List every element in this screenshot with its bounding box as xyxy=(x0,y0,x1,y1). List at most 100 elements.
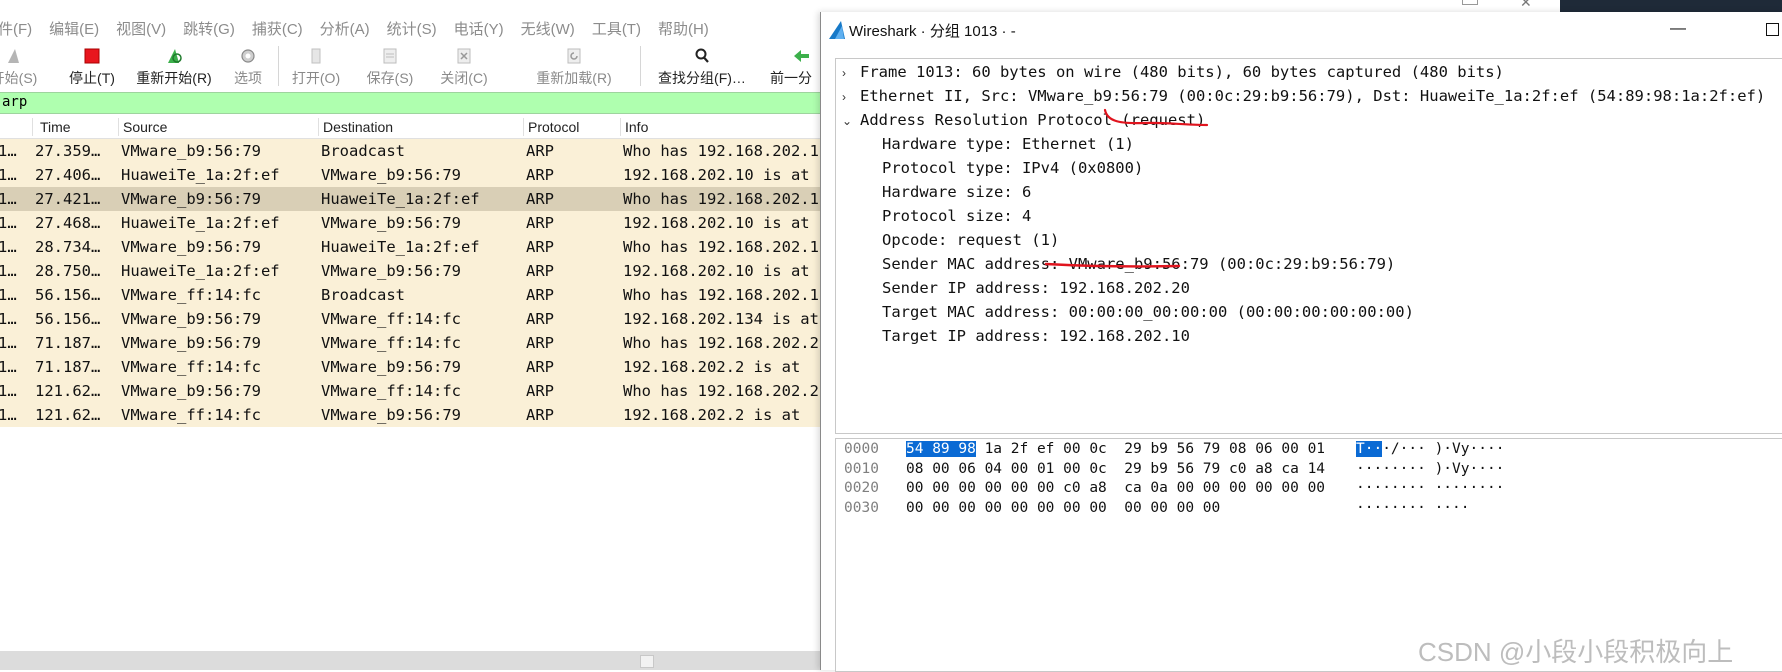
packet-list: . Time Source Destination Protocol Info … xyxy=(0,116,823,427)
packet-row[interactable]: 1… 28.750… HuaweiTe_1a:2f:ef VMware_b9:56:7… xyxy=(0,259,820,283)
horizontal-scrollbar[interactable] xyxy=(0,651,820,670)
packet-time-cell: 71.187… xyxy=(35,334,101,352)
detail-tree-node[interactable]: Frame 1013: 60 bytes on wire (480 bits),… xyxy=(860,63,1504,87)
packet-row[interactable]: 1… 27.468… HuaweiTe_1a:2f:ef VMware_b9:56:7… xyxy=(0,211,820,235)
menu-edit[interactable]: 编辑(E) xyxy=(49,18,99,39)
column-source[interactable]: Source xyxy=(123,119,167,135)
column-time[interactable]: Time xyxy=(40,119,71,135)
chevron-right-icon[interactable]: › xyxy=(842,90,846,104)
hex-bytes-selected[interactable]: 54 89 98 xyxy=(906,441,976,457)
display-filter-input[interactable]: arp xyxy=(0,92,820,114)
background-close-icon[interactable]: ✕ xyxy=(1520,0,1532,11)
detail-field[interactable]: Sender IP address: 192.168.202.20 xyxy=(882,279,1190,303)
hex-offset: 0030 xyxy=(844,499,879,516)
reload-file-button[interactable]: 重新加载(R) xyxy=(524,42,624,90)
ascii-bytes[interactable]: ········ ········ xyxy=(1356,480,1504,496)
find-packet-label: 查找分组(F)… xyxy=(658,70,746,86)
packet-time-cell: 27.359… xyxy=(35,142,101,160)
chevron-right-icon[interactable]: › xyxy=(842,66,846,80)
detail-field[interactable]: Target IP address: 192.168.202.10 xyxy=(882,327,1190,351)
column-divider[interactable] xyxy=(318,118,319,136)
start-capture-button[interactable]: 开始(S) xyxy=(0,42,42,90)
background-maximize-icon[interactable] xyxy=(1462,0,1478,5)
prev-packet-label: 前一分 xyxy=(770,70,812,86)
hex-bytes[interactable]: 08 00 06 04 00 01 00 0c 29 b9 56 79 c0 a… xyxy=(906,461,1325,477)
packet-row[interactable]: 1… 121.62… VMware_b9:56:79 VMware_ff:14:fc A… xyxy=(0,379,823,403)
hex-bytes[interactable]: 00 00 00 00 00 00 c0 a8 ca 0a 00 00 00 0… xyxy=(906,480,1325,496)
detail-field[interactable]: Hardware size: 6 xyxy=(882,183,1031,207)
hex-bytes[interactable]: 54 89 98 1a 2f ef 00 0c 29 b9 56 79 08 0… xyxy=(906,441,1325,457)
detail-tree-node[interactable]: Ethernet II, Src: VMware_b9:56:79 (00:0c… xyxy=(860,87,1765,111)
detail-field[interactable]: Opcode: request (1) xyxy=(882,231,1059,255)
packet-info-cell: Who has 192.168.202.10? xyxy=(623,238,823,256)
restart-capture-button[interactable]: 重新开始(R) xyxy=(134,42,214,90)
packet-row[interactable]: 1… 71.187… VMware_ff:14:fc VMware_b9:56:79 A… xyxy=(0,355,820,379)
maximize-button[interactable] xyxy=(1757,16,1782,42)
packet-row[interactable]: 1… 56.156… VMware_ff:14:fc Broadcast ARP Who … xyxy=(0,283,823,307)
open-file-button[interactable]: 打开(O) xyxy=(288,42,344,90)
menu-view[interactable]: 视图(V) xyxy=(116,18,166,39)
ascii-bytes-selected[interactable]: T·· xyxy=(1356,441,1383,457)
window-titlebar[interactable]: Wireshark · 分组 1013 · - — xyxy=(821,12,1782,46)
capture-options-button[interactable]: 选项 xyxy=(228,42,268,90)
ascii-bytes[interactable]: ········ ···· xyxy=(1356,500,1470,516)
packet-time-cell: 27.406… xyxy=(35,166,101,184)
scrollbar-thumb[interactable] xyxy=(640,655,654,668)
detail-field[interactable]: Protocol type: IPv4 (0x0800) xyxy=(882,159,1143,183)
packet-info-cell: Who has 192.168.202.2? xyxy=(623,334,823,352)
prev-packet-button[interactable]: 前一分 xyxy=(770,42,826,90)
ascii-bytes[interactable]: T···/··· )·Vy···· xyxy=(1356,441,1504,457)
column-info[interactable]: Info xyxy=(625,119,648,135)
packet-row[interactable]: 1… 71.187… VMware_b9:56:79 VMware_ff:14:fc A… xyxy=(0,331,823,355)
menu-file[interactable]: 件(F) xyxy=(0,18,32,39)
menu-help[interactable]: 帮助(H) xyxy=(658,18,709,39)
hex-bytes-text: 00 00 00 00 00 00 c0 a8 ca 0a 00 00 00 0… xyxy=(906,480,1326,496)
detail-tree-node[interactable]: Address Resolution Protocol (request) xyxy=(860,111,1205,135)
packet-source-cell: VMware_b9:56:79 xyxy=(121,310,261,328)
column-divider[interactable] xyxy=(523,118,524,136)
column-protocol[interactable]: Protocol xyxy=(528,119,579,135)
packet-row[interactable]: 1… 56.156… VMware_b9:56:79 VMware_ff:14:fc A… xyxy=(0,307,820,331)
close-file-button[interactable]: 关闭(C) xyxy=(436,42,492,90)
packet-info-cell: 192.168.202.10 is at xyxy=(623,166,810,184)
detail-field[interactable]: Hardware type: Ethernet (1) xyxy=(882,135,1134,159)
column-destination[interactable]: Destination xyxy=(323,119,393,135)
packet-no-cell: 1… xyxy=(0,382,17,400)
main-toolbar: 开始(S) 停止(T) 重新开始(R) 选项 打开(O) xyxy=(0,42,820,90)
stop-capture-button[interactable]: 停止(T) xyxy=(64,42,120,90)
chevron-down-icon[interactable]: ⌄ xyxy=(842,114,852,128)
column-divider[interactable] xyxy=(118,118,119,136)
packet-no-cell: 1… xyxy=(0,406,17,424)
packet-destination-cell: VMware_b9:56:79 xyxy=(321,166,461,184)
reload-file-label: 重新加载(R) xyxy=(536,70,612,86)
detail-field[interactable]: Target MAC address: 00:00:00_00:00:00 (0… xyxy=(882,303,1414,327)
hex-offset: 0020 xyxy=(844,480,879,496)
menu-go[interactable]: 跳转(G) xyxy=(183,18,235,39)
packet-row[interactable]: 1… 27.359… VMware_b9:56:79 Broadcast ARP Who … xyxy=(0,139,823,163)
detail-field[interactable]: Sender MAC address: VMware_b9:56:79 (00:… xyxy=(882,255,1395,279)
menu-tools[interactable]: 工具(T) xyxy=(592,18,641,39)
packet-time-cell: 28.734… xyxy=(35,238,101,256)
packet-row[interactable]: 1… 27.406… HuaweiTe_1a:2f:ef VMware_b9:56:7… xyxy=(0,163,820,187)
hex-bytes[interactable]: 00 00 00 00 00 00 00 00 00 00 00 00 xyxy=(906,500,1220,516)
menu-wireless[interactable]: 无线(W) xyxy=(521,18,575,39)
packet-row[interactable]: 1… 121.62… VMware_ff:14:fc VMware_b9:56:79 A… xyxy=(0,403,820,427)
save-file-button[interactable]: 保存(S) xyxy=(362,42,418,90)
find-packet-button[interactable]: 查找分组(F)… xyxy=(650,42,754,90)
column-divider[interactable] xyxy=(32,118,33,136)
packet-destination-cell: VMware_b9:56:79 xyxy=(321,358,461,376)
menu-telephony[interactable]: 电话(Y) xyxy=(454,18,504,39)
packet-destination-cell: VMware_ff:14:fc xyxy=(321,334,461,352)
menu-statistics[interactable]: 统计(S) xyxy=(387,18,437,39)
packet-row[interactable]: 1… 27.421… VMware_b9:56:79 HuaweiTe_1a:2f:e… xyxy=(0,187,823,211)
packet-info-cell: 192.168.202.10 is at xyxy=(623,262,810,280)
packet-row[interactable]: 1… 28.734… VMware_b9:56:79 HuaweiTe_1a:2f:e… xyxy=(0,235,823,259)
menu-analyze[interactable]: 分析(A) xyxy=(320,18,370,39)
menu-capture[interactable]: 捕获(C) xyxy=(252,18,303,39)
detail-field[interactable]: Protocol size: 4 xyxy=(882,207,1031,231)
packet-time-cell: 27.468… xyxy=(35,214,101,232)
column-divider[interactable] xyxy=(620,118,621,136)
window-title: Wireshark · 分组 1013 · - xyxy=(849,23,1016,40)
ascii-bytes[interactable]: ········ )·Vy···· xyxy=(1356,461,1504,477)
minimize-button[interactable]: — xyxy=(1663,16,1693,42)
